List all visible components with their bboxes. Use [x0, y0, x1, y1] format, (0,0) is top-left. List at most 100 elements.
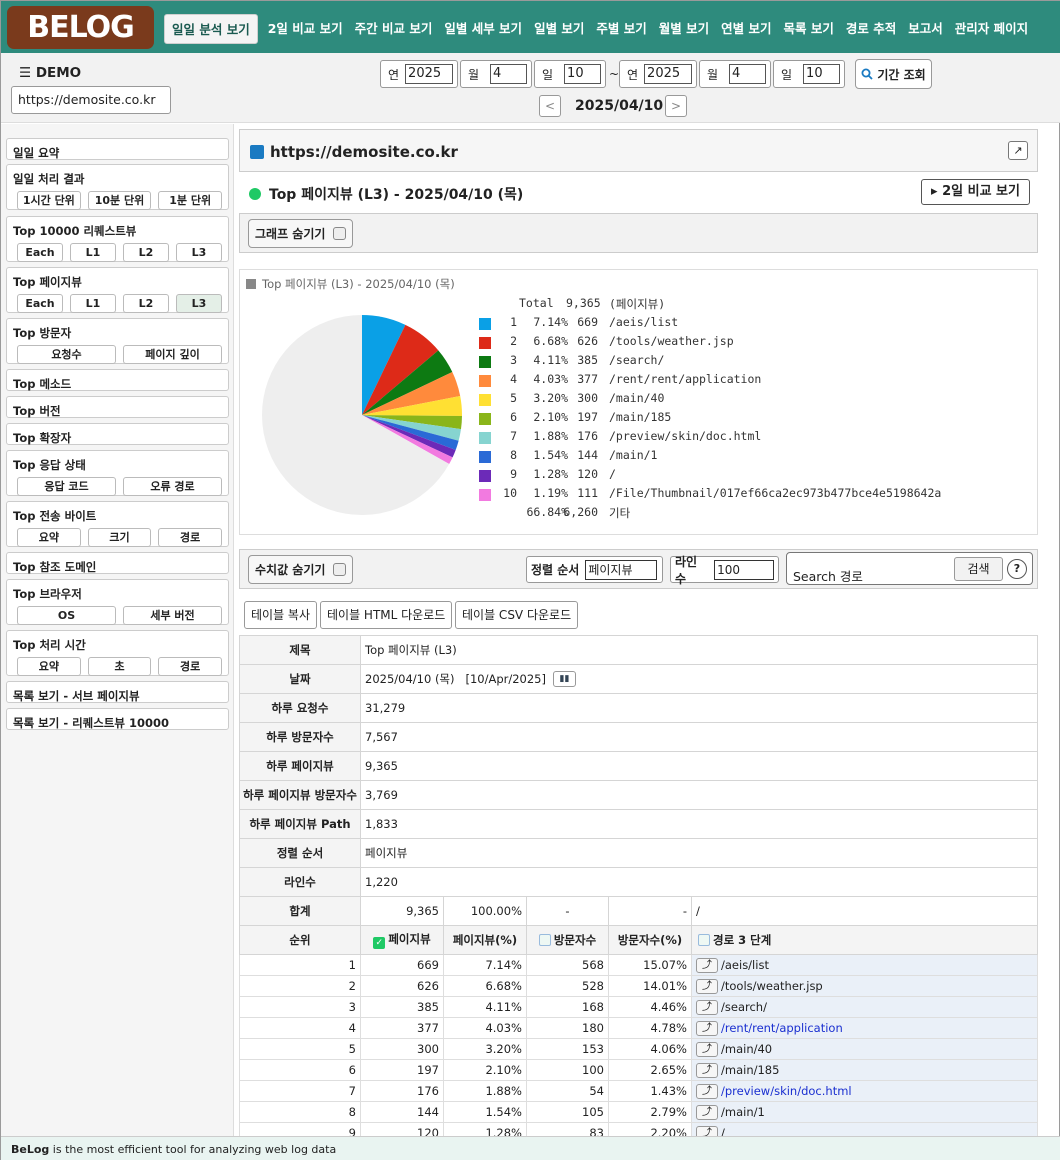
hide-values-toggle[interactable]: 수치값 숨기기	[248, 555, 354, 584]
sidebar-section-title[interactable]: Top 메소드	[7, 370, 228, 396]
sidebar-button[interactable]: 초	[87, 657, 152, 676]
search-input[interactable]: Search 경로	[793, 561, 951, 585]
search-button[interactable]: 검색	[954, 557, 1003, 581]
sidebar-button[interactable]: 요청수	[17, 345, 116, 364]
trend-chart-icon[interactable]: ⤴	[696, 1083, 718, 1099]
help-icon[interactable]: ?	[1007, 559, 1027, 579]
sidebar-section-title[interactable]: 일일 요약	[7, 139, 228, 165]
trend-chart-icon[interactable]: ⤴	[696, 999, 718, 1015]
col-pageview-pct[interactable]: 페이지뷰(%)	[443, 925, 527, 955]
nav-item[interactable]: 목록 보기	[778, 14, 840, 44]
col-visitors-pct[interactable]: 방문자수(%)	[608, 925, 692, 955]
nav-item[interactable]: 주간 비교 보기	[349, 14, 439, 44]
from-year-field[interactable]: 연 2025	[380, 60, 458, 88]
sidebar-section-title[interactable]: Top 버전	[7, 397, 228, 423]
sidebar-button[interactable]: 요약	[17, 657, 81, 676]
sidebar-section-title[interactable]: 일일 처리 결과	[7, 165, 228, 191]
checked-checkbox-icon[interactable]: ✓	[373, 937, 386, 949]
nav-item[interactable]: 일일 분석 보기	[164, 14, 258, 44]
to-day-field[interactable]: 일 10	[773, 60, 845, 88]
copy-table-button[interactable]: 테이블 복사	[244, 601, 318, 629]
month-value[interactable]: 4	[729, 64, 766, 84]
download-csv-button[interactable]: 테이블 CSV 다운로드	[455, 601, 579, 629]
trend-chart-icon[interactable]: ⤴	[696, 1062, 718, 1078]
demo-menu[interactable]: ☰ DEMO	[19, 65, 81, 81]
unchecked-checkbox-icon[interactable]	[698, 934, 710, 946]
nav-item[interactable]: 주별 보기	[590, 14, 652, 44]
sidebar-button[interactable]: L2	[123, 243, 169, 262]
day-value[interactable]: 10	[564, 64, 601, 84]
period-query-button[interactable]: 기간 조회	[855, 59, 932, 89]
nav-item[interactable]: 보고서	[902, 14, 949, 44]
external-link-icon[interactable]: ↗	[1008, 141, 1028, 160]
unchecked-checkbox-icon[interactable]	[538, 934, 551, 946]
sidebar-button[interactable]: L2	[123, 294, 169, 313]
trend-chart-icon[interactable]: ⤴	[696, 1020, 718, 1036]
sidebar-button[interactable]: Each	[17, 243, 63, 262]
sidebar-section-title[interactable]: Top 처리 시간	[7, 631, 228, 657]
to-month-field[interactable]: 월4	[699, 60, 771, 88]
sort-order-field[interactable]: 정렬 순서 페이지뷰	[526, 556, 663, 583]
trend-chart-icon[interactable]: ⤴	[696, 1041, 718, 1057]
belog-logo[interactable]: BELOG	[7, 6, 154, 49]
path-link[interactable]: /preview/skin/doc.html	[721, 1084, 852, 1098]
col-path[interactable]: 경로 3 단계	[691, 925, 1038, 955]
sidebar-section-title[interactable]: Top 10000 리퀘스트뷰	[7, 217, 228, 243]
sidebar-button[interactable]: 10분 단위	[87, 191, 152, 210]
sidebar-section-title[interactable]: Top 확장자	[7, 424, 228, 450]
from-month-field[interactable]: 월4	[460, 60, 532, 88]
col-pageview[interactable]: ✓ 페이지뷰	[360, 925, 444, 955]
year-value[interactable]: 2025	[644, 64, 692, 84]
sidebar-button[interactable]: L1	[70, 294, 116, 313]
sidebar-button[interactable]: 경로	[158, 528, 223, 547]
download-html-button[interactable]: 테이블 HTML 다운로드	[320, 601, 453, 629]
trend-chart-icon[interactable]: ⤴	[696, 978, 718, 994]
sidebar-button[interactable]: 크기	[87, 528, 152, 547]
hide-graph-toggle[interactable]: 그래프 숨기기	[248, 219, 354, 248]
sidebar-section-title[interactable]: 목록 보기 - 리퀘스트뷰 10000	[7, 709, 228, 735]
line-count-field[interactable]: 라인수 100	[670, 555, 779, 586]
lines-value[interactable]: 100	[714, 559, 774, 580]
sidebar-button[interactable]: 오류 경로	[123, 477, 222, 496]
compare-two-days-button[interactable]: ▸ 2일 비교 보기	[921, 179, 1030, 205]
sidebar-button[interactable]: L1	[70, 243, 116, 262]
site-url-field[interactable]: https://demosite.co.kr	[11, 86, 171, 114]
next-date-button[interactable]: >	[665, 95, 687, 117]
sidebar-section-title[interactable]: Top 브라우저	[7, 580, 228, 606]
nav-item[interactable]: 일별 보기	[528, 14, 590, 44]
path-link[interactable]: /rent/rent/application	[721, 1021, 843, 1035]
hide-graph-checkbox[interactable]	[333, 227, 347, 240]
sidebar-section-title[interactable]: Top 참조 도메인	[7, 553, 228, 579]
sidebar-button[interactable]: 경로	[158, 657, 223, 676]
trend-chart-icon[interactable]: ⤴	[696, 957, 718, 973]
sidebar-button[interactable]: L3	[176, 294, 222, 313]
col-visitors[interactable]: 방문자수	[526, 925, 609, 955]
from-day-field[interactable]: 일 10	[534, 60, 606, 88]
col-rank[interactable]: 순위	[239, 925, 361, 955]
day-value[interactable]: 10	[803, 64, 840, 84]
sidebar-button[interactable]: 세부 버전	[123, 606, 222, 625]
sidebar-section-title[interactable]: Top 페이지뷰	[7, 268, 228, 294]
sidebar-button[interactable]: 1시간 단위	[17, 191, 81, 210]
sidebar-section-title[interactable]: Top 방문자	[7, 319, 228, 345]
nav-item[interactable]: 2일 비교 보기	[262, 14, 349, 44]
sidebar-button[interactable]: 1분 단위	[158, 191, 223, 210]
month-value[interactable]: 4	[490, 64, 527, 84]
sidebar-button[interactable]: OS	[17, 606, 116, 625]
hide-values-checkbox[interactable]	[333, 563, 347, 576]
sidebar-section-title[interactable]: 목록 보기 - 서브 페이지뷰	[7, 682, 228, 708]
nav-item[interactable]: 월별 보기	[653, 14, 715, 44]
to-year-field[interactable]: 연 2025	[619, 60, 697, 88]
sidebar-button[interactable]: 페이지 깊이	[123, 345, 222, 364]
sidebar-section-title[interactable]: Top 응답 상태	[7, 451, 228, 477]
sidebar-button[interactable]: 요약	[17, 528, 81, 547]
sidebar-section-title[interactable]: Top 전송 바이트	[7, 502, 228, 528]
nav-item[interactable]: 일별 세부 보기	[438, 14, 528, 44]
nav-item[interactable]: 관리자 페이지	[949, 14, 1034, 44]
nav-item[interactable]: 경로 추적	[840, 14, 902, 44]
sidebar-button[interactable]: L3	[176, 243, 222, 262]
chart-icon[interactable]: ▮▮	[552, 671, 576, 688]
trend-chart-icon[interactable]: ⤴	[696, 1104, 718, 1120]
prev-date-button[interactable]: <	[539, 95, 561, 117]
year-value[interactable]: 2025	[405, 64, 453, 84]
